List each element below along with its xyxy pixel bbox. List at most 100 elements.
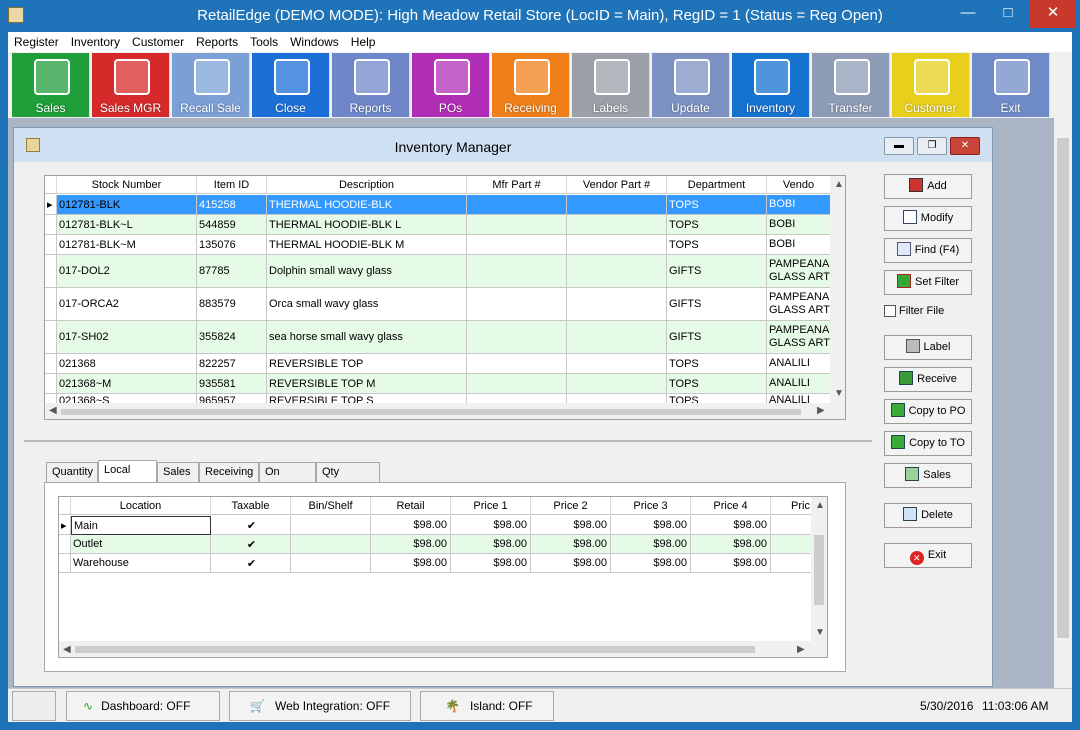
location-cell[interactable]: $98.00 <box>531 516 611 535</box>
scroll-right-icon[interactable]: ▶ <box>797 644 805 655</box>
location-cell[interactable]: $98.00 <box>451 554 531 573</box>
inventory-cell[interactable]: REVERSIBLE TOP M <box>267 374 467 394</box>
menu-windows[interactable]: Windows <box>284 32 345 49</box>
location-column-header-1[interactable]: Taxable <box>211 497 291 515</box>
location-cell[interactable] <box>291 535 371 554</box>
inventory-cell[interactable]: PAMPEANA GLASS ART <box>767 255 831 288</box>
location-cell[interactable]: $98.00 <box>691 516 771 535</box>
location-vscroll-thumb[interactable] <box>814 535 824 605</box>
inventory-cell[interactable] <box>567 195 667 215</box>
toolbar-inventory-button[interactable]: Inventory <box>732 53 810 117</box>
location-cell[interactable]: $98.00 <box>371 554 451 573</box>
menu-help[interactable]: Help <box>345 32 382 49</box>
column-header-1[interactable]: Item ID <box>197 176 267 194</box>
column-header-3[interactable]: Mfr Part # <box>467 176 567 194</box>
location-cell[interactable]: $98.00 <box>611 535 691 554</box>
inventory-cell[interactable] <box>567 255 667 288</box>
inventory-cell[interactable] <box>467 374 567 394</box>
menu-inventory[interactable]: Inventory <box>65 32 126 49</box>
location-column-header-6[interactable]: Price 3 <box>611 497 691 515</box>
inventory-cell[interactable]: BOBI <box>767 195 831 215</box>
inventory-cell[interactable]: THERMAL HOODIE-BLK <box>267 195 467 215</box>
column-header-2[interactable]: Description <box>267 176 467 194</box>
tab-quantity[interactable]: Quantity <box>46 462 98 482</box>
location-cell[interactable]: $98.00 <box>691 554 771 573</box>
location-cell[interactable]: $98.00 <box>611 554 691 573</box>
inventory-cell[interactable]: Orca small wavy glass <box>267 288 467 321</box>
location-column-header-4[interactable]: Price 1 <box>451 497 531 515</box>
column-header-5[interactable]: Department <box>667 176 767 194</box>
tab-qty-history[interactable]: Qty History <box>316 462 380 496</box>
splitter[interactable] <box>24 440 872 442</box>
inventory-cell[interactable]: PAMPEANA GLASS ART <box>767 321 831 354</box>
maximize-button[interactable]: □ <box>988 0 1028 28</box>
inventory-cell[interactable] <box>467 354 567 374</box>
location-column-header-2[interactable]: Bin/Shelf <box>291 497 371 515</box>
close-button[interactable]: ✕ <box>1030 0 1076 28</box>
delete-button[interactable]: Delete <box>884 503 972 528</box>
copy-to-po-button[interactable]: Copy to PO <box>884 399 972 424</box>
toolbar-receiving-button[interactable]: Receiving <box>492 53 570 117</box>
island-toggle[interactable]: 🌴 Island: OFF <box>420 691 554 721</box>
inventory-cell[interactable]: REVERSIBLE TOP <box>267 354 467 374</box>
inventory-cell[interactable]: Dolphin small wavy glass <box>267 255 467 288</box>
taxable-checkbox[interactable]: ✔ <box>211 516 291 535</box>
location-column-header-0[interactable]: Location <box>71 497 211 515</box>
column-header-4[interactable]: Vendor Part # <box>567 176 667 194</box>
scroll-down-icon[interactable]: ▼ <box>834 388 844 399</box>
location-cell[interactable]: $98.00 <box>531 554 611 573</box>
inventory-cell[interactable] <box>467 195 567 215</box>
toolbar-recall-sale-button[interactable]: Recall Sale <box>172 53 250 117</box>
inventory-cell[interactable]: THERMAL HOODIE-BLK M <box>267 235 467 255</box>
inventory-cell[interactable] <box>467 321 567 354</box>
location-cell[interactable]: Outlet <box>71 535 211 554</box>
scroll-right-icon[interactable]: ▶ <box>817 405 825 416</box>
inventory-cell[interactable]: TOPS <box>667 374 767 394</box>
inventory-cell[interactable]: ANALILI <box>767 374 831 394</box>
exit-button[interactable]: ✕ Exit <box>884 543 972 568</box>
location-cell[interactable]: Main <box>71 516 211 535</box>
tab-local-info[interactable]: Local Info <box>98 460 157 494</box>
location-cell[interactable] <box>291 516 371 535</box>
location-cell[interactable]: Warehouse <box>71 554 211 573</box>
inventory-cell[interactable]: GIFTS <box>667 321 767 354</box>
scroll-down-icon[interactable]: ▼ <box>815 627 825 638</box>
location-cell[interactable]: $98.00 <box>531 535 611 554</box>
inventory-cell[interactable]: 012781-BLK <box>57 195 197 215</box>
inventory-cell[interactable]: 415258 <box>197 195 267 215</box>
inventory-cell[interactable]: PAMPEANA GLASS ART <box>767 288 831 321</box>
filter-file-checkbox[interactable] <box>884 305 896 317</box>
scroll-left-icon[interactable]: ◀ <box>49 405 57 416</box>
inventory-cell[interactable]: 883579 <box>197 288 267 321</box>
inventory-cell[interactable] <box>567 321 667 354</box>
tab-on-order[interactable]: On Order <box>259 462 316 496</box>
inventory-cell[interactable]: 017-SH02 <box>57 321 197 354</box>
inventory-cell[interactable]: THERMAL HOODIE-BLK L <box>267 215 467 235</box>
inventory-cell[interactable]: 021368 <box>57 354 197 374</box>
inventory-cell[interactable]: TOPS <box>667 215 767 235</box>
copy-to-to-button[interactable]: Copy to TO <box>884 431 972 456</box>
location-column-header-5[interactable]: Price 2 <box>531 497 611 515</box>
toolbar-transfer-button[interactable]: Transfer <box>812 53 890 117</box>
child-restore-button[interactable]: ❐ <box>917 137 947 155</box>
inventory-cell[interactable] <box>567 215 667 235</box>
scroll-up-icon[interactable]: ▲ <box>834 179 844 190</box>
find-button[interactable]: Find (F4) <box>884 238 972 263</box>
set-filter-button[interactable]: Set Filter <box>884 270 972 295</box>
inventory-cell[interactable] <box>567 235 667 255</box>
label-button[interactable]: Label <box>884 335 972 360</box>
location-cell[interactable]: $98.00 <box>611 516 691 535</box>
inventory-cell[interactable]: ANALILI <box>767 354 831 374</box>
toolbar-close-button[interactable]: Close <box>252 53 330 117</box>
location-cell[interactable]: $98.00 <box>451 516 531 535</box>
taxable-checkbox[interactable]: ✔ <box>211 554 291 573</box>
toolbar-pos-button[interactable]: POs <box>412 53 490 117</box>
location-cell[interactable]: $98.00 <box>371 535 451 554</box>
toolbar-exit-button[interactable]: Exit <box>972 53 1050 117</box>
toolbar-reports-button[interactable]: Reports <box>332 53 410 117</box>
sales-button[interactable]: Sales <box>884 463 972 488</box>
inventory-cell[interactable]: 017-ORCA2 <box>57 288 197 321</box>
web-integration-toggle[interactable]: 🛒 Web Integration: OFF <box>229 691 411 721</box>
workspace-scrollbar[interactable] <box>1054 118 1072 688</box>
location-price-grid[interactable]: Location Taxable Bin/Shelf Retail Price 1 Pri… <box>58 496 828 658</box>
